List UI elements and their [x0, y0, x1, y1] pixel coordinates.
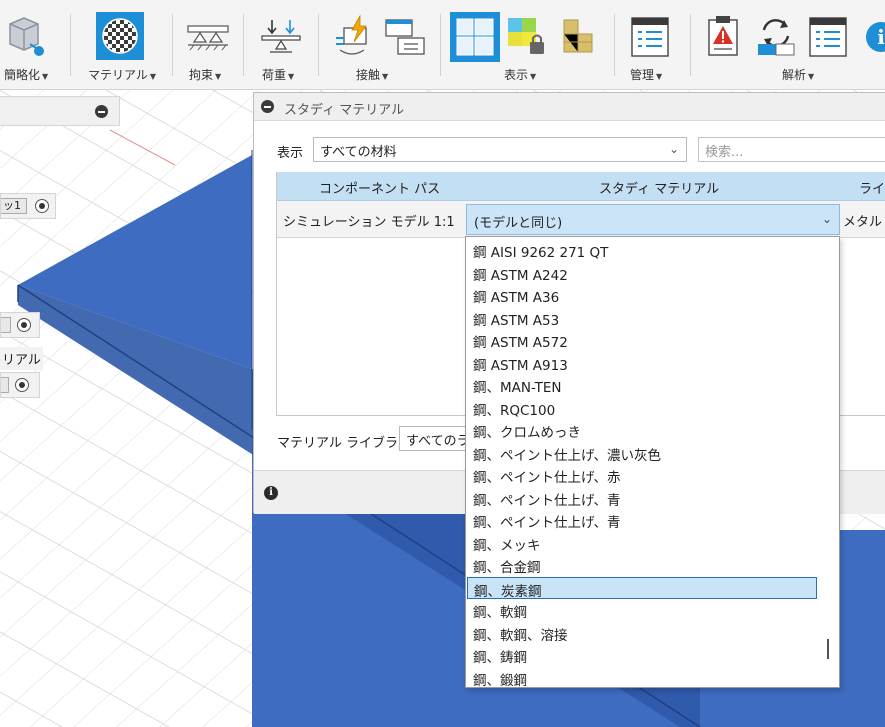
material-label: マテリアル: [88, 68, 148, 82]
manage-settings-icon: [631, 17, 669, 57]
browser-item-2-radio[interactable]: [17, 318, 31, 332]
dialog-title: スタディ マテリアル: [284, 103, 405, 118]
header-study-material[interactable]: スタディ マテリアル: [599, 178, 719, 197]
manage-label: 管理: [630, 68, 655, 82]
load-group[interactable]: 荷重 ▼: [252, 0, 310, 90]
dropdown-item[interactable]: 鋼、ペイント仕上げ、赤: [467, 464, 817, 486]
filter-select-value: すべての材料: [320, 145, 397, 160]
dropdown-item[interactable]: 鋼 ASTM A913: [467, 352, 817, 374]
dropdown-item[interactable]: 鋼、ペイント仕上げ、青: [467, 487, 817, 509]
row-component: シミュレーション モデル 1:1: [283, 215, 455, 230]
browser-item-3-radio[interactable]: [15, 378, 29, 392]
pre-check-icon: [708, 16, 738, 56]
contact-label: 接触: [356, 68, 381, 82]
contact-auto-icon: [336, 14, 367, 55]
simplify-label: 簡略化: [4, 68, 41, 82]
table-header: コンポーネント パス スタディ マテリアル ライブ: [277, 172, 885, 201]
library-label: マテリアル ライブラリ: [277, 436, 412, 451]
dropdown-item[interactable]: 鋼、クロムめっき: [467, 419, 817, 441]
info-icon[interactable]: i: [866, 22, 885, 52]
material-select[interactable]: (モデルと同じ) ⌄: [466, 204, 840, 235]
chevron-down-icon: ⌄: [821, 212, 832, 226]
constraint-group[interactable]: 拘束 ▼: [180, 0, 236, 90]
material-dropdown-list[interactable]: 鋼 AISI 9262 271 QT 鋼 ASTM A242 鋼 ASTM A36 鋼…: [465, 236, 840, 688]
dropdown-item[interactable]: 鋼、RQC100: [467, 397, 817, 419]
material-select-value: (モデルと同じ): [474, 216, 563, 231]
dropdown-item[interactable]: 鋼、鋳鋼: [467, 644, 817, 666]
header-component-path[interactable]: コンポーネント パス: [319, 178, 440, 197]
row-library: メタル: [843, 215, 883, 230]
dropdown-item[interactable]: 鋼、ペイント仕上げ、濃い灰色: [467, 442, 817, 464]
browser-item-2[interactable]: [0, 312, 40, 338]
display-label: 表示: [504, 68, 529, 82]
display-group[interactable]: 表示 ▼: [446, 0, 610, 90]
filter-label: 表示: [277, 146, 304, 161]
contact-group[interactable]: 接触 ▼: [326, 0, 436, 90]
browser-collapse-icon[interactable]: [95, 105, 108, 118]
dialog-collapse-icon[interactable]: [261, 100, 274, 113]
solve-icon: [758, 19, 795, 56]
analysis-group[interactable]: 解析 ▼ i: [696, 0, 885, 90]
load-label: 荷重: [262, 68, 287, 82]
dropdown-item[interactable]: 鋼 ASTM A242: [467, 262, 817, 284]
load-icon: [261, 20, 301, 53]
ribbon-toolbar: 簡略化 ▼ マテリアル ▼ 拘束 ▼ 荷重 ▼ 接触 ▼ 表示 ▼ 管理 ▼ 解…: [0, 0, 885, 90]
dropdown-item[interactable]: 鋼、軟鋼、溶接: [467, 622, 817, 644]
constraint-label: 拘束: [189, 68, 214, 82]
manage-group[interactable]: 管理 ▼: [620, 0, 682, 90]
browser-item-2-tag: [1, 317, 11, 333]
display-mesh-icon: [456, 18, 494, 56]
browser-item-1-tag: ッ1: [1, 198, 27, 214]
dropdown-scrollbar[interactable]: [827, 639, 829, 659]
table-row[interactable]: シミュレーション モデル 1:1 (モデルと同じ) ⌄ メタル: [277, 201, 885, 238]
search-placeholder: 検索...: [705, 145, 744, 160]
dropdown-item[interactable]: 鋼、メッキ: [467, 532, 817, 554]
dialog-title-bar[interactable]: スタディ マテリアル: [254, 93, 885, 121]
checker-sphere-icon: [102, 18, 138, 54]
browser-item-1[interactable]: ッ1: [0, 193, 56, 219]
dropdown-item[interactable]: 鋼 ASTM A53: [467, 307, 817, 329]
header-library[interactable]: ライブ: [859, 178, 885, 197]
contact-manager-icon: [385, 19, 425, 55]
browser-panel-header[interactable]: [0, 96, 120, 126]
dropdown-item[interactable]: 鋼、合金鋼: [467, 554, 817, 576]
simplify-icon: [9, 17, 44, 56]
browser-item-3-tag: [1, 377, 9, 393]
filter-select[interactable]: すべての材料 ⌄: [313, 137, 687, 162]
dropdown-item[interactable]: 鋼、MAN-TEN: [467, 374, 817, 396]
results-list-icon: [809, 17, 847, 57]
dropdown-item-selected[interactable]: 鋼、炭素鋼: [467, 576, 817, 600]
material-group[interactable]: マテリアル ▼: [84, 0, 158, 90]
browser-item-1-radio[interactable]: [35, 199, 49, 213]
dropdown-item[interactable]: 鋼、軟鋼: [467, 599, 817, 621]
browser-item-3[interactable]: [0, 372, 40, 398]
display-shape-icon: [563, 19, 593, 53]
browser-item-label: リアル: [0, 347, 43, 370]
dropdown-item[interactable]: 鋼、鍛鋼: [467, 667, 817, 688]
dropdown-item[interactable]: 鋼 AISI 9262 271 QT: [467, 239, 817, 261]
analysis-label: 解析: [782, 68, 807, 82]
dropdown-item[interactable]: 鋼、ペイント仕上げ、青: [467, 509, 817, 531]
dropdown-item[interactable]: 鋼 ASTM A36: [467, 284, 817, 306]
dropdown-item[interactable]: 鋼 ASTM A572: [467, 329, 817, 351]
display-lock-icon: [508, 18, 544, 54]
chevron-down-icon: ⌄: [668, 142, 679, 156]
info-icon[interactable]: i: [264, 486, 278, 500]
simplify-group[interactable]: 簡略化 ▼: [0, 0, 62, 90]
search-input[interactable]: 検索...: [698, 137, 885, 162]
constraint-icon: [187, 25, 229, 51]
